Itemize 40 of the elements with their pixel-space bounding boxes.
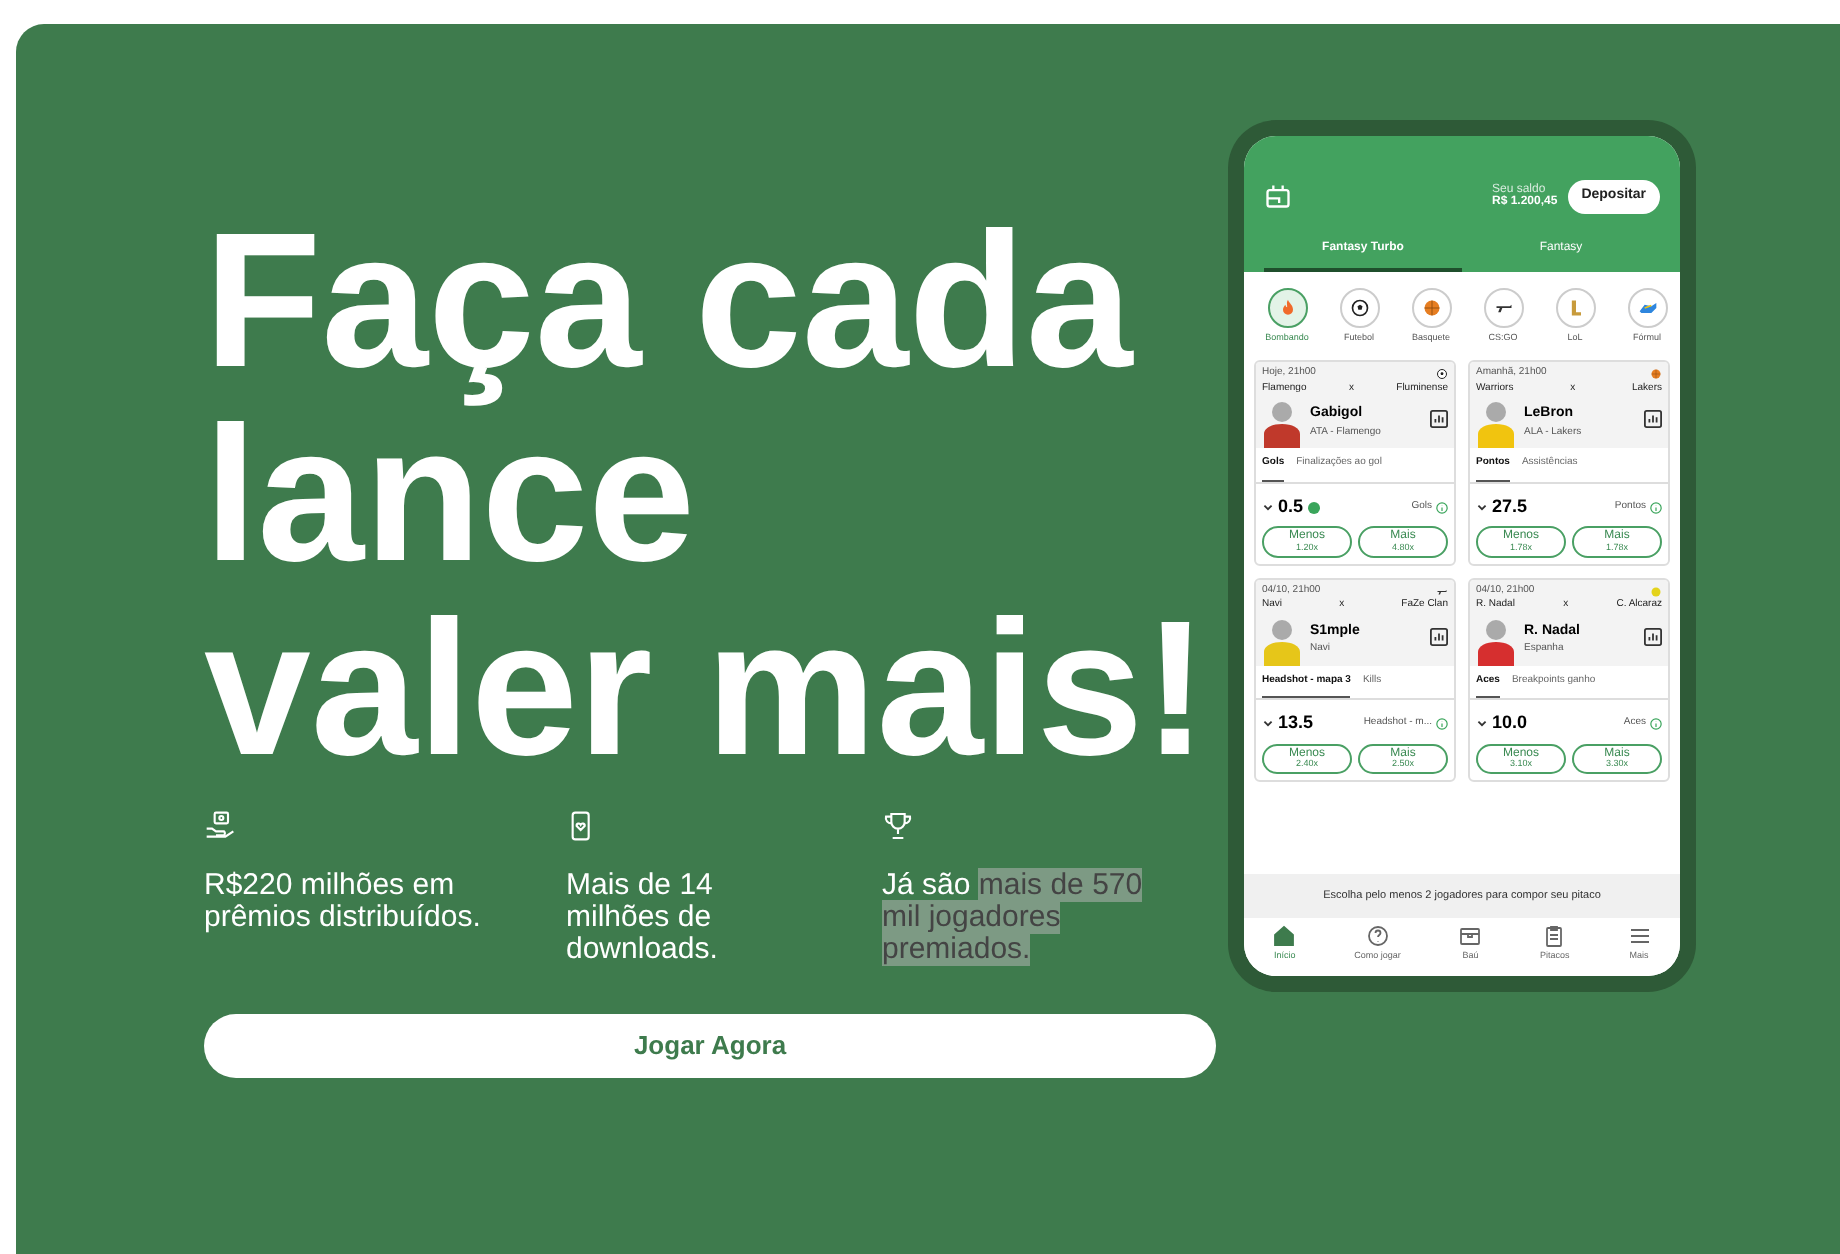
gift-box-icon — [1264, 182, 1292, 211]
hand-coin-icon — [204, 810, 236, 842]
stats-chart-icon[interactable] — [1430, 627, 1448, 646]
menu-icon — [1627, 924, 1652, 949]
player-silhouette-icon — [1476, 400, 1516, 449]
tennis-ball-icon — [1650, 585, 1662, 598]
stats-chart-icon[interactable] — [1430, 410, 1448, 429]
chest-icon — [1458, 924, 1483, 949]
chevron-down-icon[interactable] — [1262, 501, 1274, 513]
clipboard-icon — [1542, 924, 1567, 949]
rifle-icon — [1436, 585, 1448, 598]
play-now-button[interactable]: Jogar Agora — [204, 1014, 1216, 1078]
flame-icon — [1277, 297, 1297, 317]
stats-chart-icon[interactable] — [1644, 410, 1662, 429]
help-icon — [1365, 924, 1390, 949]
stat-line: 13.5 — [1278, 710, 1314, 737]
info-icon[interactable] — [1650, 718, 1662, 731]
soccer-ball-icon — [1349, 297, 1369, 317]
stat-line: 0.5 — [1278, 493, 1304, 520]
stats-chart-icon[interactable] — [1644, 627, 1662, 646]
feature-text: Já são mais de 570 mil jogadores premiados. — [882, 870, 1145, 966]
info-icon[interactable] — [1436, 501, 1448, 513]
chevron-down-icon[interactable] — [1476, 718, 1488, 731]
chevron-down-icon[interactable] — [1262, 718, 1274, 731]
home-icon — [1272, 924, 1297, 949]
player-silhouette-icon — [1476, 617, 1516, 666]
player-silhouette-icon — [1262, 400, 1302, 449]
basketball-icon — [1650, 368, 1662, 380]
info-icon[interactable] — [1650, 501, 1662, 513]
headline: Faça cada lance valer mais! — [204, 204, 1210, 786]
soccer-ball-icon — [1436, 368, 1448, 380]
player-silhouette-icon — [1262, 617, 1302, 666]
trophy-icon — [882, 810, 914, 842]
feature-text: Mais de 14 milhões de downloads. — [566, 870, 720, 966]
basketball-icon — [1421, 297, 1441, 317]
stat-line: 27.5 — [1492, 493, 1528, 520]
feature-text: R$220 milhões em prêmios distribuídos. — [204, 870, 483, 934]
stat-line: 10.0 — [1492, 710, 1528, 737]
info-icon[interactable] — [1436, 718, 1448, 731]
chevron-down-icon[interactable] — [1476, 501, 1488, 513]
